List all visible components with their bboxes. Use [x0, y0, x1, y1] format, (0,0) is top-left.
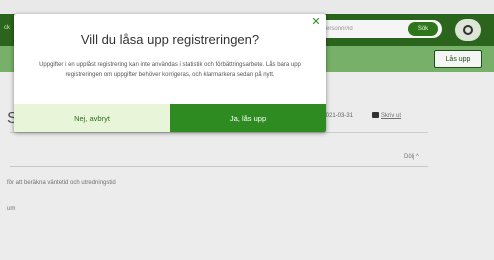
unlock-dialog: ✕ Vill du låsa upp registreringen? Uppgi… [14, 14, 326, 132]
dialog-body: Uppgifter i en upplåst registrering kan … [39, 62, 301, 78]
cancel-button[interactable]: Nej, avbryt [14, 104, 170, 132]
confirm-unlock-button[interactable]: Ja, lås upp [170, 104, 326, 132]
close-icon[interactable]: ✕ [310, 16, 322, 28]
dialog-title: Vill du låsa upp registreringen? [80, 32, 260, 47]
